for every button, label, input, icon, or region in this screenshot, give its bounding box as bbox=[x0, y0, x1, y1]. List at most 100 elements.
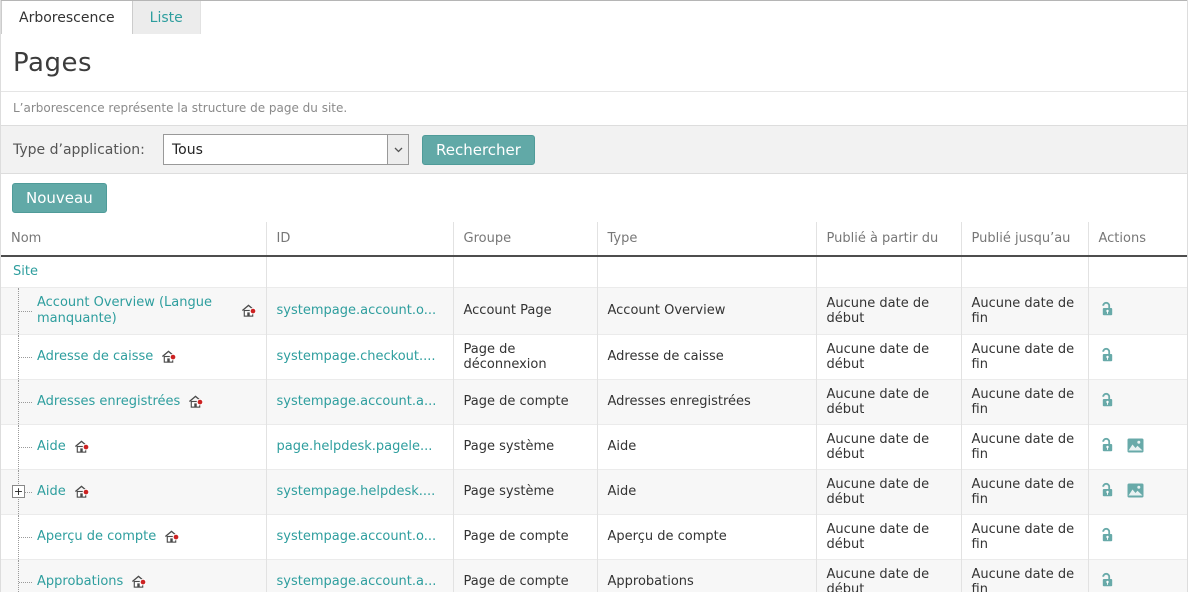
table-row: Account Overview (Langue manquante) syst… bbox=[1, 287, 1187, 334]
actions-cell bbox=[1088, 424, 1187, 469]
page-id-link[interactable]: systempage.account.a... bbox=[277, 574, 437, 589]
page-subtitle: L’arborescence représente la structure d… bbox=[1, 92, 1187, 126]
table-header-row: Nom ID Groupe Type Publié à partir du Pu… bbox=[1, 222, 1187, 256]
page-id-link[interactable]: page.helpdesk.pagele... bbox=[277, 439, 433, 454]
tree-connector-line bbox=[19, 582, 32, 583]
table-row: + Aide systempage.helpdesk.... Page systèm… bbox=[1, 469, 1187, 514]
table-row: Adresses enregistrées systempage.account… bbox=[1, 379, 1187, 424]
published-to-cell: Aucune date de fin bbox=[961, 469, 1088, 514]
unlock-icon[interactable] bbox=[1099, 527, 1115, 543]
published-to-cell: Aucune date de fin bbox=[961, 334, 1088, 379]
tab-arborescence[interactable]: Arborescence bbox=[1, 1, 133, 34]
image-icon[interactable] bbox=[1127, 483, 1144, 498]
published-from-cell: Aucune date de début bbox=[816, 379, 961, 424]
table-row: Adresse de caisse systempage.checkout...… bbox=[1, 334, 1187, 379]
unlock-icon[interactable] bbox=[1099, 437, 1115, 453]
application-type-selected-value: Tous bbox=[164, 135, 387, 164]
group-cell: Page système bbox=[453, 424, 597, 469]
column-header-type: Type bbox=[597, 222, 816, 256]
chevron-down-icon bbox=[387, 135, 408, 164]
expand-node-icon[interactable]: + bbox=[12, 485, 25, 498]
unlock-icon[interactable] bbox=[1099, 301, 1115, 317]
group-cell: Page système bbox=[453, 469, 597, 514]
published-to-cell: Aucune date de fin bbox=[961, 379, 1088, 424]
page-name-link[interactable]: Aperçu de compte bbox=[37, 529, 156, 545]
column-header-publie-a-partir-du: Publié à partir du bbox=[816, 222, 961, 256]
published-to-cell: Aucune date de fin bbox=[961, 287, 1088, 334]
published-from-cell: Aucune date de début bbox=[816, 287, 961, 334]
published-from-cell: Aucune date de début bbox=[816, 514, 961, 559]
group-cell: Page de compte bbox=[453, 514, 597, 559]
tree-connector-line bbox=[19, 357, 32, 358]
group-cell: Page de compte bbox=[453, 559, 597, 592]
tree-branch-line bbox=[18, 560, 19, 592]
actions-cell bbox=[1088, 559, 1187, 592]
actions-cell bbox=[1088, 514, 1187, 559]
page-id-link[interactable]: systempage.helpdesk.... bbox=[277, 484, 436, 499]
column-header-groupe: Groupe bbox=[453, 222, 597, 256]
type-cell: Account Overview bbox=[597, 287, 816, 334]
page-id-link[interactable]: systempage.account.a... bbox=[277, 394, 437, 409]
group-cell: Page de compte bbox=[453, 379, 597, 424]
filter-bar: Type d’application: Tous Rechercher bbox=[1, 126, 1187, 174]
group-cell: Account Page bbox=[453, 287, 597, 334]
home-page-icon bbox=[164, 529, 179, 544]
page-name-link[interactable]: Adresse de caisse bbox=[37, 349, 153, 365]
application-type-label: Type d’application: bbox=[13, 142, 163, 158]
tab-bar: Arborescence Liste bbox=[1, 0, 1187, 34]
actions-cell bbox=[1088, 469, 1187, 514]
published-to-cell: Aucune date de fin bbox=[961, 424, 1088, 469]
unlock-icon[interactable] bbox=[1099, 392, 1115, 408]
type-cell: Aperçu de compte bbox=[597, 514, 816, 559]
tree-connector-line bbox=[19, 402, 32, 403]
home-page-icon bbox=[131, 574, 146, 589]
column-header-publie-jusquau: Publié jusqu’au bbox=[961, 222, 1088, 256]
home-page-icon bbox=[161, 349, 176, 364]
site-root-link[interactable]: Site bbox=[13, 264, 38, 279]
actions-cell bbox=[1088, 379, 1187, 424]
unlock-icon[interactable] bbox=[1099, 572, 1115, 588]
toolbar: Nouveau bbox=[1, 174, 1187, 222]
published-from-cell: Aucune date de début bbox=[816, 424, 961, 469]
unlock-icon[interactable] bbox=[1099, 482, 1115, 498]
home-page-icon bbox=[241, 303, 256, 318]
table-row: Aide page.helpdesk.pagele... Page système… bbox=[1, 424, 1187, 469]
search-button[interactable]: Rechercher bbox=[422, 135, 535, 165]
table-body: Site Account Overview (Langue manquante)… bbox=[1, 256, 1187, 592]
published-to-cell: Aucune date de fin bbox=[961, 514, 1088, 559]
type-cell: Adresses enregistrées bbox=[597, 379, 816, 424]
unlock-icon[interactable] bbox=[1099, 347, 1115, 363]
image-icon[interactable] bbox=[1127, 438, 1144, 453]
group-cell: Page de déconnexion bbox=[453, 334, 597, 379]
column-header-actions: Actions bbox=[1088, 222, 1187, 256]
published-from-cell: Aucune date de début bbox=[816, 559, 961, 592]
published-from-cell: Aucune date de début bbox=[816, 469, 961, 514]
new-button[interactable]: Nouveau bbox=[12, 183, 107, 213]
actions-cell bbox=[1088, 287, 1187, 334]
table-row: Aperçu de compte systempage.account.o...… bbox=[1, 514, 1187, 559]
page-title: Pages bbox=[13, 48, 1175, 78]
tab-liste[interactable]: Liste bbox=[133, 1, 201, 34]
table-row: Approbations systempage.account.a... Page… bbox=[1, 559, 1187, 592]
type-cell: Adresse de caisse bbox=[597, 334, 816, 379]
type-cell: Aide bbox=[597, 424, 816, 469]
type-cell: Aide bbox=[597, 469, 816, 514]
page-id-link[interactable]: systempage.checkout.... bbox=[277, 349, 436, 364]
column-header-nom: Nom bbox=[1, 222, 266, 256]
page-name-link[interactable]: Adresses enregistrées bbox=[37, 394, 180, 410]
page-name-link[interactable]: Approbations bbox=[37, 574, 123, 590]
page-name-link[interactable]: Account Overview (Langue manquante) bbox=[37, 295, 233, 327]
home-page-icon bbox=[74, 484, 89, 499]
type-cell: Approbations bbox=[597, 559, 816, 592]
actions-cell bbox=[1088, 334, 1187, 379]
published-from-cell: Aucune date de début bbox=[816, 334, 961, 379]
tree-connector-line bbox=[19, 537, 32, 538]
page-id-link[interactable]: systempage.account.o... bbox=[277, 303, 437, 318]
page-id-link[interactable]: systempage.account.o... bbox=[277, 529, 437, 544]
page-name-link[interactable]: Aide bbox=[37, 484, 66, 500]
column-header-id: ID bbox=[266, 222, 453, 256]
application-type-select[interactable]: Tous bbox=[163, 134, 409, 165]
page-name-link[interactable]: Aide bbox=[37, 439, 66, 455]
tree-connector-line bbox=[19, 311, 32, 312]
home-page-icon bbox=[74, 439, 89, 454]
